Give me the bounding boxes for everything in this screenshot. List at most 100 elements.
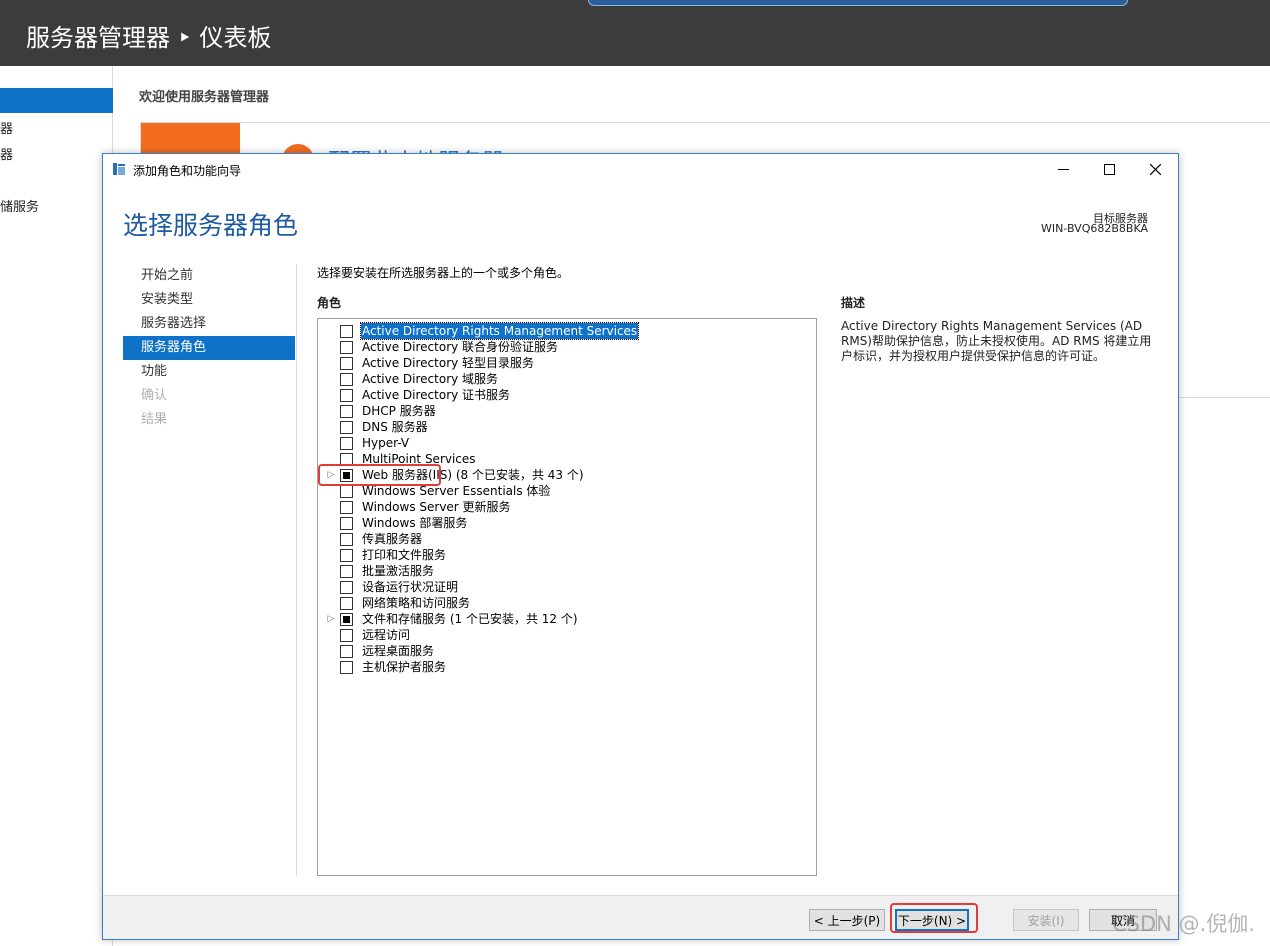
close-button[interactable] (1132, 154, 1178, 184)
role-list-item[interactable]: Hyper-V (318, 435, 816, 451)
page-title: 选择服务器角色 (123, 211, 299, 240)
role-checkbox[interactable] (340, 420, 353, 434)
expand-arrow-icon[interactable]: ▷ (324, 614, 338, 624)
server-manager-sidebar: 器 器 储服务 (0, 66, 113, 946)
wizard-step[interactable]: 功能 (123, 360, 295, 384)
role-label[interactable]: 批量激活服务 (361, 563, 435, 579)
role-list-item[interactable]: 远程桌面服务 (318, 643, 816, 659)
instruction-text: 选择要安装在所选服务器上的一个或多个角色。 (317, 266, 570, 280)
role-label[interactable]: 打印和文件服务 (361, 547, 447, 563)
role-list-item[interactable]: 打印和文件服务 (318, 547, 816, 563)
role-label[interactable]: Active Directory 联合身份验证服务 (361, 339, 559, 355)
previous-button[interactable]: < 上一步(P) (809, 909, 885, 931)
role-checkbox[interactable] (340, 324, 353, 338)
minimize-icon (1057, 168, 1069, 170)
maximize-button[interactable] (1086, 154, 1132, 184)
role-label[interactable]: Active Directory 证书服务 (361, 387, 511, 403)
role-label[interactable]: 文件和存储服务 (1 个已安装，共 12 个) (361, 611, 579, 627)
role-checkbox[interactable] (340, 548, 353, 562)
divider (1178, 397, 1270, 398)
role-label[interactable]: 远程访问 (361, 627, 411, 643)
dialog-title: 添加角色和功能向导 (133, 164, 242, 178)
sidebar-item-dashboard[interactable] (0, 88, 113, 113)
role-label[interactable]: 主机保护者服务 (361, 659, 447, 675)
role-list-item[interactable]: ▷ 文件和存储服务 (1 个已安装，共 12 个) (318, 611, 816, 627)
dialog-footer: < 上一步(P) 下一步(N) > 安装(I) 取消 (103, 895, 1178, 939)
role-checkbox[interactable] (340, 532, 353, 546)
role-list-item[interactable]: Active Directory 联合身份验证服务 (318, 339, 816, 355)
description-header: 描述 (841, 296, 866, 310)
role-checkbox[interactable] (340, 356, 353, 370)
role-label[interactable]: DNS 服务器 (361, 419, 429, 435)
role-label[interactable]: Windows Server 更新服务 (361, 499, 512, 515)
annotation-highlight-next-button (890, 903, 978, 933)
role-list-item[interactable]: DNS 服务器 (318, 419, 816, 435)
role-checkbox[interactable] (340, 372, 353, 386)
role-label[interactable]: Active Directory Rights Management Servi… (359, 322, 640, 340)
role-label[interactable]: Hyper-V (361, 435, 410, 451)
close-icon (1149, 163, 1161, 175)
role-checkbox[interactable] (340, 500, 353, 514)
wizard-step: 结果 (141, 412, 168, 427)
role-label[interactable]: 网络策略和访问服务 (361, 595, 471, 611)
sidebar-item-all-servers[interactable]: 器 (0, 144, 13, 163)
role-list-item[interactable]: Active Directory 证书服务 (318, 387, 816, 403)
add-roles-wizard-dialog: 添加角色和功能向导 选择服务器角色 目标服务器 WIN-BVQ682B8BKA … (102, 153, 1179, 940)
roles-tree-list[interactable]: Active Directory Rights Management Servi… (317, 318, 817, 876)
role-label[interactable]: Active Directory 域服务 (361, 371, 499, 387)
minimize-button[interactable] (1040, 154, 1086, 184)
role-checkbox[interactable] (340, 644, 353, 658)
role-label[interactable]: 传真服务器 (361, 531, 423, 547)
role-checkbox[interactable] (340, 660, 353, 674)
role-label[interactable]: 设备运行状况证明 (361, 579, 459, 595)
role-label[interactable]: Active Directory 轻型目录服务 (361, 355, 535, 371)
wizard-app-icon (113, 163, 125, 175)
role-label[interactable]: Windows 部署服务 (361, 515, 468, 531)
role-checkbox[interactable] (340, 612, 353, 626)
role-list-item[interactable]: Windows Server 更新服务 (318, 499, 816, 515)
target-server-value: WIN-BVQ682B8BKA (1041, 222, 1148, 235)
role-checkbox[interactable] (340, 564, 353, 578)
wizard-step[interactable]: 服务器选择 (123, 312, 295, 336)
server-manager-titlebar: 服务器管理器 ‣ 仪表板 (0, 0, 1270, 66)
maximize-icon (1103, 163, 1115, 175)
annotation-highlight-web-server (318, 464, 441, 486)
role-checkbox[interactable] (340, 436, 353, 450)
wizard-step[interactable]: 开始之前 (123, 264, 295, 288)
role-checkbox[interactable] (340, 516, 353, 530)
steps-divider (296, 264, 297, 876)
welcome-heading: 欢迎使用服务器管理器 (139, 90, 270, 105)
wizard-step: 确认 (141, 388, 168, 403)
watermark: CSDN @.倪伽. (1112, 912, 1255, 936)
role-label[interactable]: 远程桌面服务 (361, 643, 435, 659)
role-list-item[interactable]: 网络策略和访问服务 (318, 595, 816, 611)
role-checkbox[interactable] (340, 580, 353, 594)
role-checkbox[interactable] (340, 388, 353, 402)
wizard-step[interactable]: 安装类型 (123, 288, 295, 312)
role-label[interactable]: DHCP 服务器 (361, 403, 437, 419)
role-list-item[interactable]: DHCP 服务器 (318, 403, 816, 419)
role-checkbox[interactable] (340, 404, 353, 418)
server-manager-title: 服务器管理器 ‣ 仪表板 (26, 24, 272, 52)
role-list-item[interactable]: Active Directory 轻型目录服务 (318, 355, 816, 371)
wizard-step[interactable]: 服务器角色 (123, 336, 295, 360)
role-list-item[interactable]: Active Directory Rights Management Servi… (318, 322, 816, 340)
install-button[interactable]: 安装(I) (1013, 909, 1079, 931)
sidebar-item-file-storage[interactable]: 储服务 (0, 196, 39, 215)
role-checkbox[interactable] (340, 628, 353, 642)
role-list-item[interactable]: 主机保护者服务 (318, 659, 816, 675)
roles-header: 角色 (317, 296, 342, 310)
role-list-item[interactable]: 传真服务器 (318, 531, 816, 547)
role-list-item[interactable]: 批量激活服务 (318, 563, 816, 579)
description-text: Active Directory Rights Management Servi… (841, 319, 1152, 363)
role-checkbox[interactable] (340, 340, 353, 354)
role-checkbox[interactable] (340, 484, 353, 498)
role-list-item[interactable]: 设备运行状况证明 (318, 579, 816, 595)
dialog-titlebar: 添加角色和功能向导 (103, 154, 1178, 184)
sidebar-item-local-server[interactable]: 器 (0, 118, 13, 137)
role-list-item[interactable]: Active Directory 域服务 (318, 371, 816, 387)
role-checkbox[interactable] (340, 596, 353, 610)
taskbar-tab-fragment (588, 0, 1128, 6)
role-list-item[interactable]: Windows 部署服务 (318, 515, 816, 531)
role-list-item[interactable]: 远程访问 (318, 627, 816, 643)
